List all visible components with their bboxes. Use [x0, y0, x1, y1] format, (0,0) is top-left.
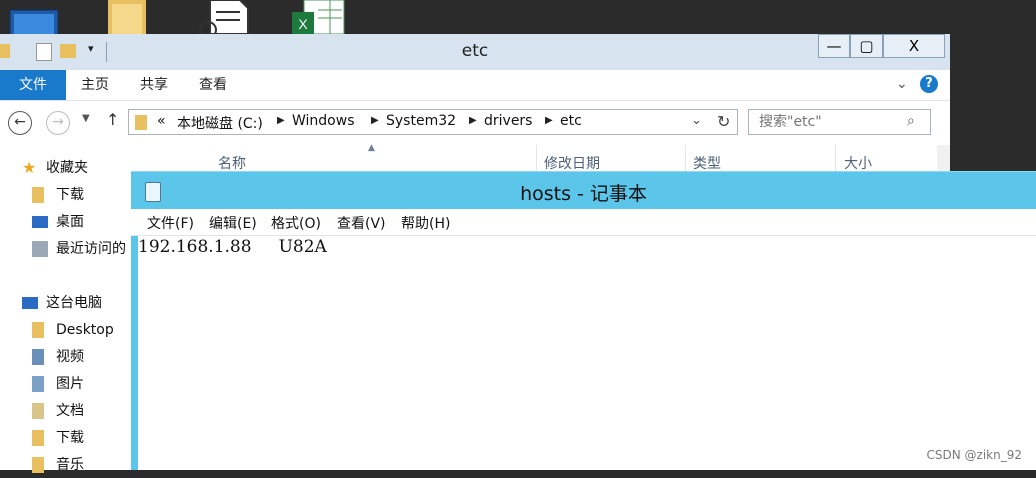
notepad-text-area[interactable]: 192.168.1.88 U82A — [138, 237, 1028, 462]
desktop-icon — [32, 216, 48, 228]
breadcrumb-chevron-icon[interactable]: ▶ — [469, 115, 477, 126]
nav-item-music[interactable]: 音乐 — [32, 452, 84, 478]
search-field[interactable]: ⌕ — [748, 109, 931, 135]
breadcrumb-overflow[interactable]: « — [157, 113, 166, 129]
file-list-header: ▲ 名称 修改日期 类型 大小 — [195, 143, 937, 174]
recent-locations-icon[interactable]: ▼ — [82, 113, 90, 124]
nav-item-recent[interactable]: 最近访问的 — [32, 236, 126, 262]
nav-item-pictures[interactable]: 图片 — [32, 371, 84, 397]
documents-folder-icon — [32, 403, 44, 419]
address-row: ← → ▼ ↑ « 本地磁盘 (C:) ▶ Windows ▶ System32… — [0, 101, 950, 145]
notepad-window: hosts - 记事本 文件(F) 编辑(E) 格式(O) 查看(V) 帮助(H… — [131, 171, 1036, 470]
notepad-menubar: 文件(F) 编辑(E) 格式(O) 查看(V) 帮助(H) — [131, 209, 1036, 236]
ribbon-expand-icon[interactable]: ⌄ — [896, 76, 908, 92]
notepad-left-border — [131, 209, 138, 470]
breadcrumb-item-c[interactable]: 本地磁盘 (C:) — [177, 113, 263, 133]
ribbon-tabs: 文件 主页 共享 查看 ⌄ ? — [0, 70, 950, 101]
videos-folder-icon — [32, 349, 44, 365]
address-bar[interactable]: « 本地磁盘 (C:) ▶ Windows ▶ System32 ▶ drive… — [128, 109, 738, 135]
downloads-folder-icon — [32, 187, 44, 203]
nav-item-videos[interactable]: 视频 — [32, 344, 84, 370]
nav-item-downloads-pc[interactable]: 下载 — [32, 425, 84, 451]
maximize-button[interactable]: ▢ — [850, 34, 883, 58]
sort-ascending-icon: ▲ — [368, 143, 375, 153]
minimize-button[interactable]: — — [818, 34, 850, 58]
forward-icon[interactable]: → — [46, 111, 70, 135]
nav-item-desktop[interactable]: 桌面 — [32, 209, 84, 235]
column-divider[interactable] — [536, 145, 537, 173]
desktop-folder-icon[interactable] — [100, 0, 160, 34]
column-type[interactable]: 类型 — [693, 153, 721, 173]
explorer-title: etc — [461, 41, 489, 61]
column-divider[interactable] — [685, 145, 686, 173]
search-icon[interactable]: ⌕ — [907, 113, 915, 129]
notepad-title: hosts - 记事本 — [520, 183, 647, 205]
tab-view[interactable]: 查看 — [199, 70, 227, 100]
recent-places-icon — [32, 241, 48, 257]
menu-help[interactable]: 帮助(H) — [401, 213, 450, 233]
tab-home[interactable]: 主页 — [81, 70, 109, 100]
explorer-titlebar[interactable]: ▾ etc — ▢ X — [0, 34, 950, 70]
pictures-folder-icon — [32, 376, 44, 392]
music-folder-icon — [32, 457, 44, 473]
breadcrumb-item-drivers[interactable]: drivers — [484, 113, 532, 129]
column-size[interactable]: 大小 — [844, 153, 872, 173]
computer-icon — [22, 297, 38, 309]
nav-item-documents[interactable]: 文档 — [32, 398, 84, 424]
nav-item-downloads[interactable]: 下载 — [32, 182, 84, 208]
breadcrumb-item-system32[interactable]: System32 — [386, 113, 456, 129]
search-input[interactable] — [757, 113, 901, 131]
nav-favorites-header[interactable]: ★ 收藏夹 — [22, 155, 88, 181]
refresh-icon[interactable]: ↻ — [717, 112, 730, 131]
menu-format[interactable]: 格式(O) — [271, 213, 321, 233]
desktop-document-icon[interactable] — [196, 0, 256, 34]
star-icon: ★ — [22, 158, 37, 177]
folder-icon — [135, 115, 147, 130]
nav-pc-header[interactable]: 这台电脑 — [22, 290, 102, 316]
column-divider[interactable] — [835, 145, 836, 173]
breadcrumb-item-windows[interactable]: Windows — [292, 113, 355, 129]
folder-icon — [32, 322, 44, 338]
breadcrumb-chevron-icon[interactable]: ▶ — [545, 115, 553, 126]
menu-view[interactable]: 查看(V) — [337, 213, 386, 233]
column-name[interactable]: 名称 — [218, 153, 246, 173]
tab-share[interactable]: 共享 — [140, 70, 168, 100]
breadcrumb-chevron-icon[interactable]: ▶ — [371, 115, 379, 126]
menu-edit[interactable]: 编辑(E) — [209, 213, 257, 233]
tab-file[interactable]: 文件 — [0, 70, 66, 100]
nav-item-label: Desktop — [56, 322, 114, 338]
desktop-excel-icon[interactable]: X — [290, 0, 350, 34]
watermark: CSDN @zikn_92 — [926, 448, 1022, 462]
menu-file[interactable]: 文件(F) — [147, 213, 194, 233]
up-icon[interactable]: ↑ — [106, 110, 119, 129]
address-dropdown-icon[interactable]: ⌄ — [691, 113, 702, 128]
breadcrumb-item-etc[interactable]: etc — [560, 113, 582, 129]
desktop-computer-icon[interactable] — [4, 0, 64, 34]
close-button[interactable]: X — [883, 34, 945, 58]
help-icon[interactable]: ? — [920, 75, 938, 93]
back-icon[interactable]: ← — [8, 111, 32, 135]
nav-item-desktop-folder[interactable]: Desktop — [32, 317, 114, 343]
downloads-folder-icon — [32, 430, 44, 446]
svg-text:X: X — [298, 16, 308, 32]
breadcrumb-chevron-icon[interactable]: ▶ — [277, 115, 285, 126]
notepad-titlebar[interactable]: hosts - 记事本 — [131, 171, 1036, 210]
column-modified[interactable]: 修改日期 — [544, 153, 600, 173]
